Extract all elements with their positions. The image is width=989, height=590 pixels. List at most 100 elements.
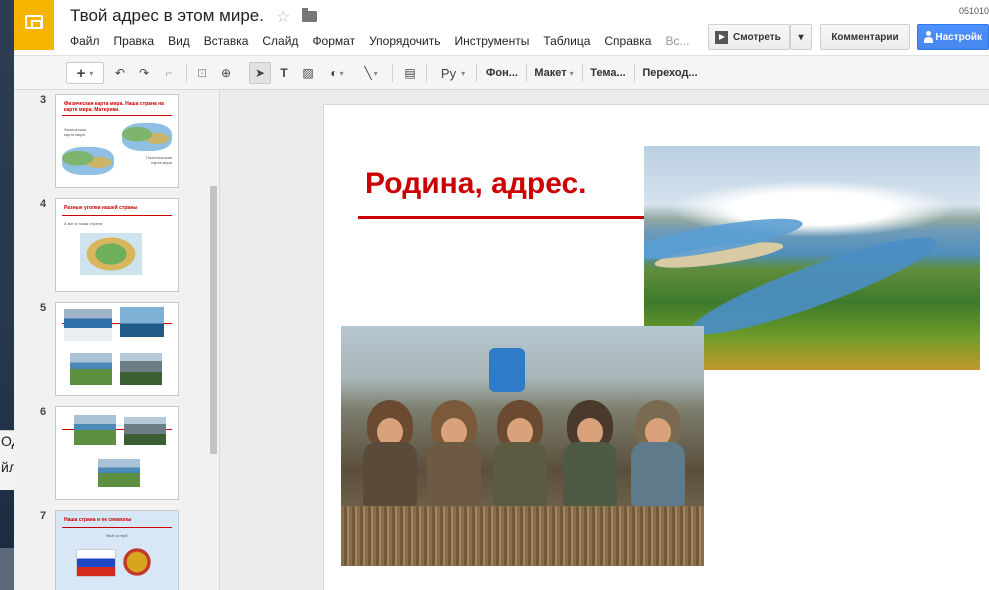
thumbnail-title: Наша страна и ее символы: [64, 517, 132, 523]
chevron-down-icon: ▾: [89, 68, 94, 78]
present-label: Смотреть: [733, 31, 781, 43]
slide-thumbnail-5[interactable]: [55, 302, 179, 396]
theme-button[interactable]: Тема...: [586, 62, 630, 84]
slide-thumbnail-7[interactable]: Наша страна и ее символы Флаг и герб: [55, 510, 179, 590]
present-button[interactable]: Смотреть: [708, 24, 790, 50]
slides-logo-icon[interactable]: [14, 0, 54, 50]
document-title[interactable]: Твой адрес в этом мире.: [70, 6, 264, 26]
toolbar-divider: [476, 64, 477, 82]
world-map-image: [62, 147, 114, 175]
slide-canvas: Родина, адрес.: [220, 90, 989, 590]
play-icon: [715, 30, 728, 44]
child-figure: [423, 394, 485, 514]
slide-title[interactable]: Родина, адрес.: [365, 167, 587, 201]
select-cursor-icon[interactable]: ➤: [249, 62, 271, 84]
photo-icebreaker: [64, 309, 112, 341]
world-map-image: [122, 123, 172, 151]
thumbnail-caption: Флаг и герб: [106, 533, 128, 538]
toolbar-divider: [426, 64, 427, 82]
transition-button[interactable]: Переход...: [638, 62, 702, 84]
chevron-down-icon: ▾: [798, 31, 804, 43]
shape-icon[interactable]: ◐ ▾: [322, 62, 352, 84]
thumbnail-caption: А вот и наша страна: [64, 221, 102, 226]
layout-dropdown[interactable]: Макет ▾: [530, 62, 578, 84]
share-label: Настройк: [935, 31, 982, 43]
comments-button[interactable]: Комментарии: [820, 24, 910, 50]
menu-insert[interactable]: Вставка: [204, 34, 249, 48]
menu-bar: Файл Правка Вид Вставка Слайд Формат Упо…: [70, 34, 703, 48]
toolbar-divider: [186, 64, 187, 82]
present-dropdown-button[interactable]: ▾: [790, 24, 812, 50]
background-window-fragment: ОД йл: [0, 430, 21, 490]
menu-tools[interactable]: Инструменты: [455, 34, 530, 48]
russian-flag-image: [76, 549, 116, 577]
app-header: Твой адрес в этом мире. ☆ 051010f Файл П…: [14, 0, 989, 55]
background-button[interactable]: Фон...: [482, 62, 522, 84]
menu-view[interactable]: Вид: [168, 34, 190, 48]
share-button[interactable]: Настройк: [917, 24, 989, 50]
layout-label: Макет: [534, 67, 567, 79]
redo-icon[interactable]: ↷: [134, 62, 154, 84]
children-tundra-photo[interactable]: [341, 326, 704, 566]
photo-orca: [120, 307, 164, 337]
comment-icon[interactable]: ▤: [400, 62, 420, 84]
account-email[interactable]: 051010f: [959, 6, 989, 16]
new-slide-button[interactable]: + ▾: [66, 62, 104, 84]
menu-arrange[interactable]: Упорядочить: [369, 34, 440, 48]
filmstrip-scrollbar[interactable]: [210, 186, 217, 454]
thumbnail-title: Разные уголки нашей страны: [64, 205, 138, 211]
barrel-shape: [489, 348, 525, 392]
toolbar-divider: [392, 64, 393, 82]
menu-file[interactable]: Файл: [70, 34, 100, 48]
toolbar: + ▾ ↶ ↷ ⌐ ⊡ ⊕ ➤ T ▨ ◐ ▾ ╲ ▾ ▤ Ру ▾ Фон... Ма…: [14, 55, 989, 90]
slide-number: 7: [40, 510, 47, 522]
toolbar-divider: [582, 64, 583, 82]
thumbnail-title: Физическая карта мира. Наша страна на ка…: [64, 101, 164, 113]
current-slide[interactable]: Родина, адрес.: [323, 104, 989, 590]
slide-filmstrip: 3 Физическая карта мира. Наша страна на …: [14, 90, 220, 590]
star-icon[interactable]: ☆: [276, 7, 290, 27]
thumbnail-caption: Политическая карта мира: [145, 155, 172, 165]
slide-number: 6: [40, 406, 47, 418]
photo-lake: [120, 353, 162, 385]
child-figure: [559, 394, 621, 514]
menu-help[interactable]: Справка: [604, 34, 651, 48]
menu-edit[interactable]: Правка: [114, 34, 155, 48]
menu-format[interactable]: Формат: [312, 34, 355, 48]
child-figure: [627, 394, 689, 514]
thumbnail-rule: [62, 215, 172, 216]
font-dropdown[interactable]: Ру ▾: [434, 62, 472, 84]
child-figure: [489, 394, 551, 514]
person-icon: [924, 31, 934, 43]
title-underline[interactable]: [358, 216, 646, 219]
photo-coast: [70, 353, 112, 385]
menu-all-changes[interactable]: Вс...: [665, 34, 689, 48]
slide-thumbnail-3[interactable]: Физическая карта мира. Наша страна на ка…: [55, 94, 179, 188]
font-label: Ру: [440, 65, 457, 81]
russia-map-image: [80, 233, 142, 275]
toolbar-divider: [526, 64, 527, 82]
fit-icon[interactable]: ⊡: [192, 62, 212, 84]
slide-thumbnail-4[interactable]: Разные уголки нашей страны А вот и наша …: [55, 198, 179, 292]
menu-table[interactable]: Таблица: [543, 34, 590, 48]
desktop-background: [0, 0, 14, 590]
text-box-icon[interactable]: T: [274, 62, 294, 84]
slide-thumbnail-6[interactable]: [55, 406, 179, 500]
photo-hills: [98, 459, 140, 487]
line-icon[interactable]: ╲ ▾: [356, 62, 386, 84]
zoom-icon[interactable]: ⊕: [216, 62, 236, 84]
undo-icon[interactable]: ↶: [110, 62, 130, 84]
slide-number: 5: [40, 302, 47, 314]
toolbar-divider: [634, 64, 635, 82]
coat-of-arms-image: [122, 545, 152, 579]
photo-river: [74, 415, 116, 445]
desktop-taskbar-fragment: [0, 548, 14, 590]
paint-format-icon[interactable]: ⌐: [159, 62, 179, 84]
image-icon[interactable]: ▨: [298, 62, 318, 84]
slide-number: 4: [40, 198, 47, 210]
slide-number: 3: [40, 94, 47, 106]
menu-slide[interactable]: Слайд: [262, 34, 298, 48]
thumbnail-caption: Физическая карта мира: [64, 127, 86, 137]
photo-mountains: [124, 417, 166, 445]
folder-icon[interactable]: [302, 8, 317, 22]
